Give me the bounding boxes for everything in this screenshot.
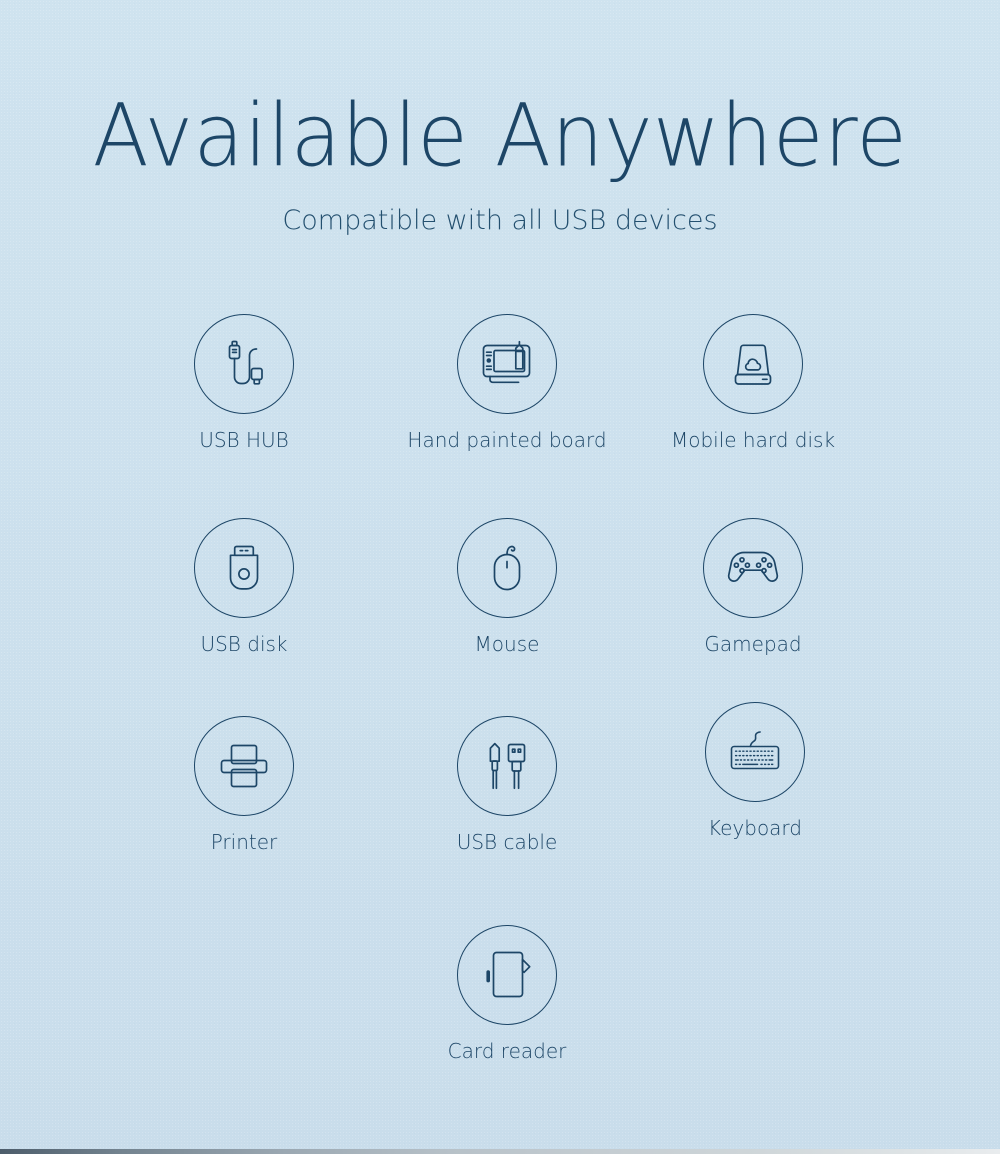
usb-cable-badge — [457, 716, 557, 816]
device-label: Printer — [210, 830, 278, 854]
card-reader-icon — [480, 946, 534, 1004]
keyboard-icon — [726, 724, 784, 780]
device-item-usb-cable[interactable]: USB cable — [397, 716, 617, 854]
device-label: Card reader — [447, 1039, 567, 1063]
hard-disk-badge — [703, 314, 803, 414]
device-item-card-reader[interactable]: Card reader — [397, 925, 617, 1063]
device-item-usb-disk[interactable]: USB disk — [134, 518, 354, 656]
gamepad-icon — [723, 546, 783, 590]
keyboard-badge — [705, 702, 805, 802]
gamepad-badge — [703, 518, 803, 618]
bottom-edge-divider — [0, 1149, 1000, 1154]
device-label: Hand painted board — [407, 428, 607, 452]
device-label: Mouse — [474, 632, 540, 656]
printer-icon — [216, 740, 272, 792]
promo-page: Available Anywhere Compatible with all U… — [0, 0, 1000, 1154]
usb-flash-drive-badge — [194, 518, 294, 618]
device-label: Keyboard — [707, 816, 802, 840]
page-title: Available Anywhere — [92, 86, 908, 187]
usb-hub-icon — [215, 335, 273, 393]
device-item-mobile-hard-disk[interactable]: Mobile hard disk — [643, 314, 863, 452]
device-label: Gamepad — [704, 632, 802, 656]
hard-disk-icon — [724, 338, 782, 390]
device-label: USB cable — [456, 830, 558, 854]
printer-badge — [194, 716, 294, 816]
device-label: Mobile hard disk — [670, 428, 836, 452]
mouse-badge — [457, 518, 557, 618]
usb-flash-drive-icon — [221, 540, 267, 596]
device-item-hand-painted-board[interactable]: Hand painted board — [397, 314, 617, 452]
device-label: USB disk — [200, 632, 288, 656]
device-item-keyboard[interactable]: Keyboard — [645, 702, 865, 840]
device-item-printer[interactable]: Printer — [134, 716, 354, 854]
drawing-tablet-icon — [477, 335, 537, 393]
device-label: USB HUB — [199, 428, 289, 452]
usb-hub-badge — [194, 314, 294, 414]
device-item-usb-hub[interactable]: USB HUB — [134, 314, 354, 452]
drawing-tablet-badge — [457, 314, 557, 414]
usb-cable-icon — [482, 737, 532, 795]
mouse-icon — [485, 539, 529, 597]
page-subtitle: Compatible with all USB devices — [282, 205, 718, 236]
device-item-mouse[interactable]: Mouse — [397, 518, 617, 656]
device-item-gamepad[interactable]: Gamepad — [643, 518, 863, 656]
card-reader-badge — [457, 925, 557, 1025]
